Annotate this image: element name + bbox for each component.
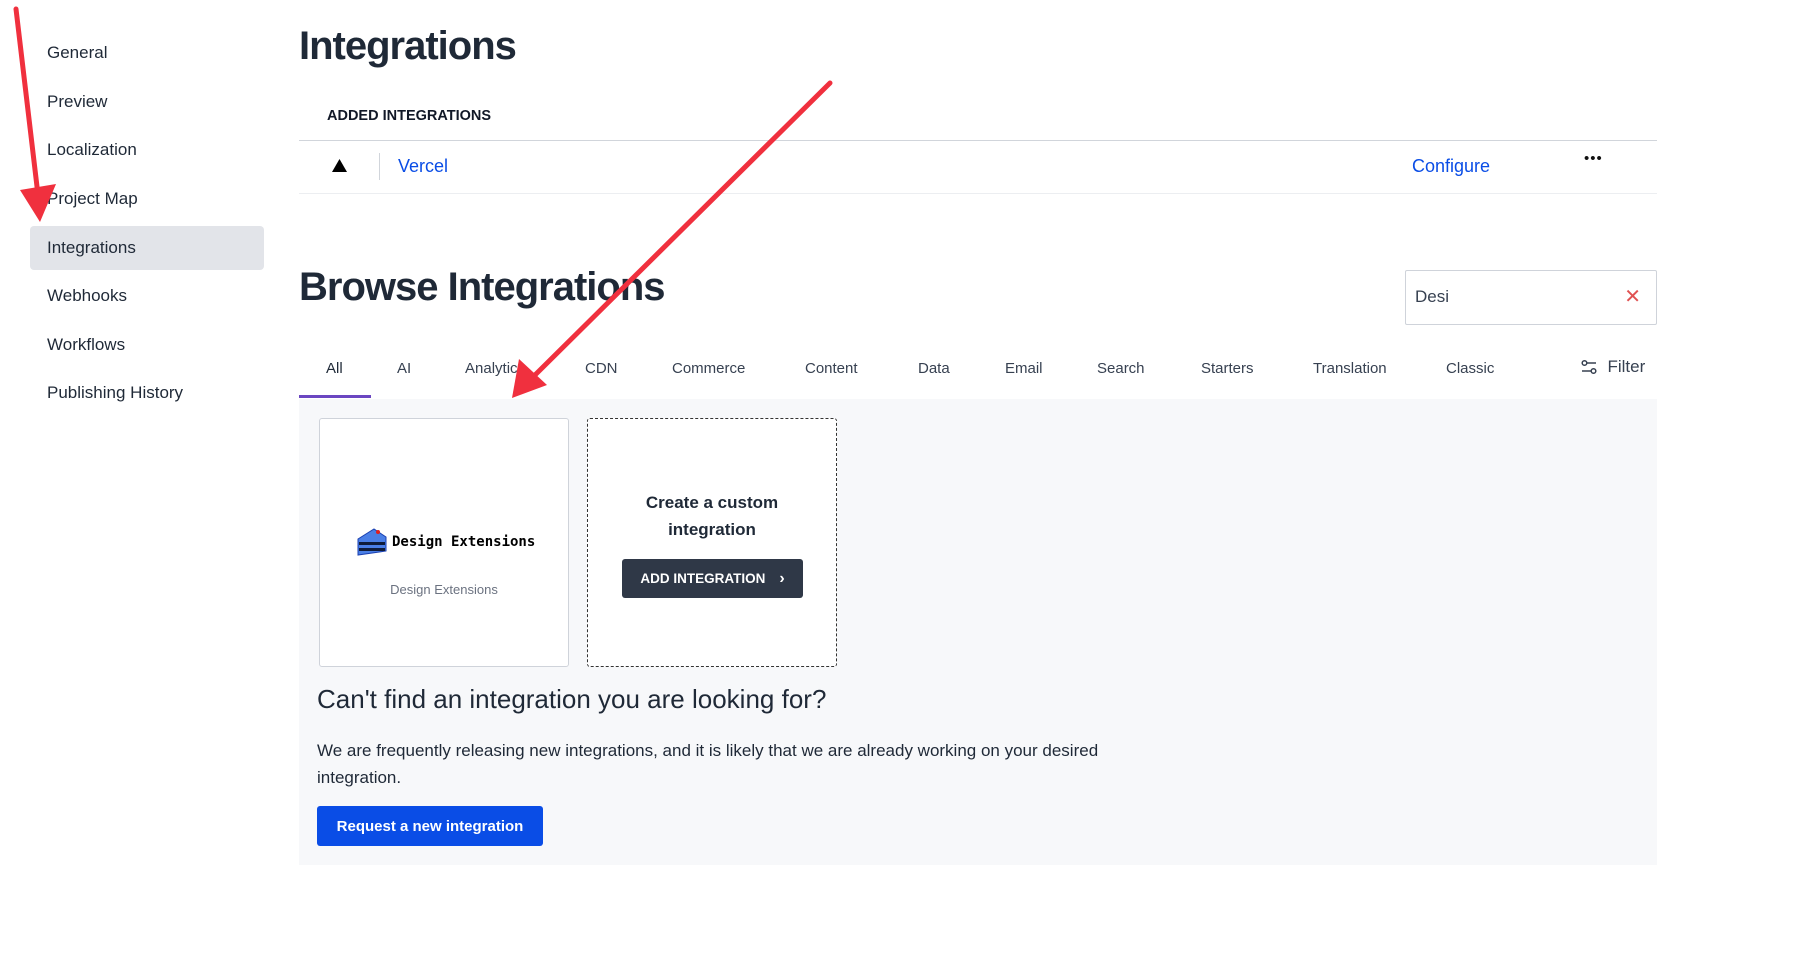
tab-starters[interactable]: Starters [1201, 360, 1254, 377]
tab-all[interactable]: All [326, 360, 343, 377]
sidebar-item-workflows[interactable]: Workflows [30, 323, 264, 367]
tab-data[interactable]: Data [918, 360, 950, 377]
active-tab-indicator [299, 395, 371, 398]
page-title: Integrations [299, 24, 517, 68]
divider [299, 193, 1657, 194]
filter-button[interactable]: Filter [1581, 357, 1645, 377]
tab-search[interactable]: Search [1097, 360, 1145, 377]
not-found-body: We are frequently releasing new integrat… [317, 741, 1099, 787]
divider [379, 153, 380, 180]
sidebar-item-general[interactable]: General [30, 31, 264, 75]
sidebar-item-webhooks[interactable]: Webhooks [30, 274, 264, 318]
request-integration-button[interactable]: Request a new integration [317, 806, 543, 846]
logo-text: Design Extensions [392, 534, 536, 550]
clear-search-icon[interactable]: ✕ [1624, 284, 1641, 309]
tab-content[interactable]: Content [805, 360, 858, 377]
tab-ai[interactable]: AI [397, 360, 411, 377]
add-integration-label: ADD INTEGRATION [640, 571, 766, 586]
vercel-triangle-icon [332, 159, 347, 172]
search-value: Desi [1415, 287, 1450, 306]
filter-sliders-icon [1581, 359, 1597, 375]
sidebar-item-localization[interactable]: Localization [30, 128, 264, 172]
annotation-arrow-card [512, 80, 833, 398]
sidebar-item-preview[interactable]: Preview [30, 80, 264, 124]
sidebar-item-integrations[interactable]: Integrations [30, 226, 264, 270]
configure-link[interactable]: Configure [1412, 156, 1490, 177]
sidebar-item-publishing-history[interactable]: Publishing History [30, 371, 264, 415]
vercel-link[interactable]: Vercel [398, 156, 448, 177]
not-found-heading: Can't find an integration you are lookin… [317, 684, 827, 714]
browse-title: Browse Integrations [299, 265, 666, 309]
custom-integration-card: Create a custom integration ADD INTEGRAT… [587, 418, 837, 667]
custom-integration-title: Create a custom integration [645, 493, 779, 539]
tab-commerce[interactable]: Commerce [672, 360, 745, 377]
cake-slice-icon [357, 528, 387, 556]
divider [299, 140, 1657, 141]
tab-classic[interactable]: Classic [1446, 360, 1494, 377]
filter-label: Filter [1607, 357, 1646, 376]
chevron-right-icon: › [779, 569, 785, 587]
sidebar-item-project-map[interactable]: Project Map [30, 177, 264, 221]
more-options-icon[interactable]: ••• [1584, 150, 1603, 167]
tab-email[interactable]: Email [1005, 360, 1043, 377]
integration-name: Design Extensions [390, 582, 498, 597]
search-input[interactable]: Desi ✕ [1405, 270, 1657, 325]
tab-analytics[interactable]: Analytics [465, 360, 525, 377]
tab-translation[interactable]: Translation [1313, 360, 1387, 377]
design-extensions-logo: Design Extensions [356, 527, 535, 557]
add-integration-button[interactable]: ADD INTEGRATION › [622, 559, 803, 598]
added-integrations-heading: ADDED INTEGRATIONS [327, 108, 492, 124]
tab-cdn[interactable]: CDN [585, 360, 618, 377]
integration-card-design-extensions[interactable]: Design Extensions Design Extensions [319, 418, 569, 667]
